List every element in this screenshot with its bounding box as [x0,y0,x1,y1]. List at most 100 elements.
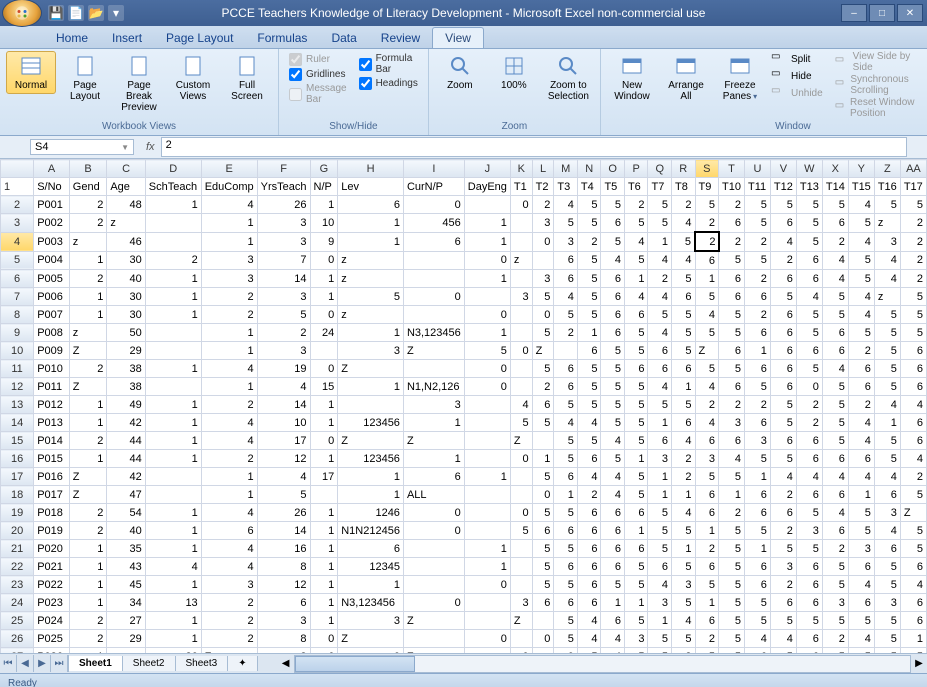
cell[interactable]: 5 [624,251,648,270]
cell[interactable]: 4 [848,306,874,324]
cell[interactable]: 2 [695,232,719,251]
cell[interactable]: 1 [403,414,464,432]
cell[interactable]: 4 [648,288,672,306]
row-header-2[interactable]: 2 [1,196,34,214]
qat-new-icon[interactable]: 📄 [68,5,84,21]
cell[interactable]: 1 [145,196,201,214]
cell[interactable]: 5 [671,396,695,414]
cell[interactable]: 5 [601,396,625,414]
cell[interactable] [464,594,510,612]
cell[interactable]: DayEng [464,178,510,196]
cell[interactable]: 5 [770,196,796,214]
cell[interactable]: 6 [671,360,695,378]
cell[interactable]: 4 [822,468,848,486]
cell[interactable] [510,558,532,576]
cell[interactable]: 44 [107,432,145,450]
custom-button[interactable]: CustomViews [168,51,218,105]
cell[interactable]: 4 [257,378,310,396]
cell[interactable]: P016 [34,468,70,486]
cell[interactable]: 4 [848,630,874,648]
cell[interactable]: T6 [624,178,648,196]
cell[interactable]: T17 [900,178,926,196]
cell[interactable]: 5 [796,306,822,324]
cell[interactable] [403,558,464,576]
cell[interactable]: 5 [796,504,822,522]
sheet-tab-sheet1[interactable]: Sheet1 [69,656,123,671]
cell[interactable]: 6 [601,324,625,342]
cell[interactable]: YrsTeach [257,178,310,196]
cell[interactable]: 0 [403,288,464,306]
cell[interactable]: 5 [822,432,848,450]
cell[interactable]: 4 [848,288,874,306]
cell[interactable]: 6 [577,576,601,594]
cell[interactable]: P010 [34,360,70,378]
cell[interactable] [464,414,510,432]
cell[interactable]: T4 [577,178,601,196]
cell[interactable]: 6 [719,214,745,233]
cell[interactable]: 15 [310,378,338,396]
hundred-button[interactable]: 100% [489,51,539,94]
cell[interactable]: 5 [874,306,900,324]
cell[interactable]: P021 [34,558,70,576]
cell[interactable]: 5 [719,648,745,654]
cell[interactable]: 6 [796,270,822,288]
row-header-25[interactable]: 25 [1,612,34,630]
cell[interactable]: 6 [745,486,771,504]
cell[interactable]: 4 [695,378,719,396]
cell[interactable] [464,648,510,654]
cell[interactable]: 5 [874,612,900,630]
cell[interactable]: 4 [601,630,625,648]
cell[interactable]: 1 [848,486,874,504]
cell[interactable]: 45 [107,576,145,594]
cell[interactable]: 6 [201,522,257,540]
cell[interactable]: 6 [719,378,745,396]
cell[interactable]: 4 [874,396,900,414]
cell[interactable]: z [510,251,532,270]
cell[interactable]: 4 [601,648,625,654]
cell[interactable]: 5 [532,360,554,378]
cell[interactable]: Z [69,468,107,486]
cell[interactable]: 0 [464,251,510,270]
cell[interactable]: 5 [770,288,796,306]
cell[interactable]: 2 [796,396,822,414]
cell[interactable]: 5 [671,522,695,540]
cell[interactable]: 6 [770,594,796,612]
cell[interactable]: 5 [601,196,625,214]
cell[interactable]: 4 [745,630,771,648]
cell[interactable]: 5 [554,396,578,414]
cell[interactable]: 5 [719,612,745,630]
cell[interactable] [145,378,201,396]
cell[interactable]: 5 [719,540,745,558]
cell[interactable]: 2 [201,306,257,324]
cell[interactable]: 6 [554,468,578,486]
cell[interactable]: CurN/P [403,178,464,196]
cell[interactable]: 5 [745,594,771,612]
cell[interactable]: 6 [796,450,822,468]
hide-button[interactable]: ▭Hide [769,68,825,84]
cell[interactable]: 1 [310,504,338,522]
cell[interactable]: 5 [900,540,926,558]
cell[interactable]: 1 [464,324,510,342]
cell[interactable]: 4 [770,468,796,486]
zoom-button[interactable]: Zoom [435,51,485,94]
cell[interactable]: 14 [257,396,310,414]
cell[interactable]: 6 [601,612,625,630]
cell[interactable]: 1 [310,414,338,432]
tab-home[interactable]: Home [44,28,100,48]
cell[interactable]: 6 [822,342,848,360]
cell[interactable]: ALL [403,486,464,504]
cell[interactable]: 4 [874,270,900,288]
page-break-button[interactable]: Page BreakPreview [114,51,164,116]
cell[interactable]: Z [69,486,107,504]
cell[interactable]: 6 [671,414,695,432]
name-box[interactable]: S4 ▼ [30,139,134,155]
cell[interactable]: 5 [874,630,900,648]
cell[interactable]: 0 [510,196,532,214]
cell[interactable]: EduComp [201,178,257,196]
cell[interactable]: 4 [577,612,601,630]
cell[interactable]: 4 [554,288,578,306]
col-header-V[interactable]: V [770,160,796,178]
cell[interactable]: 6 [695,432,719,450]
cell[interactable]: z [69,324,107,342]
cell[interactable]: 5 [900,486,926,504]
